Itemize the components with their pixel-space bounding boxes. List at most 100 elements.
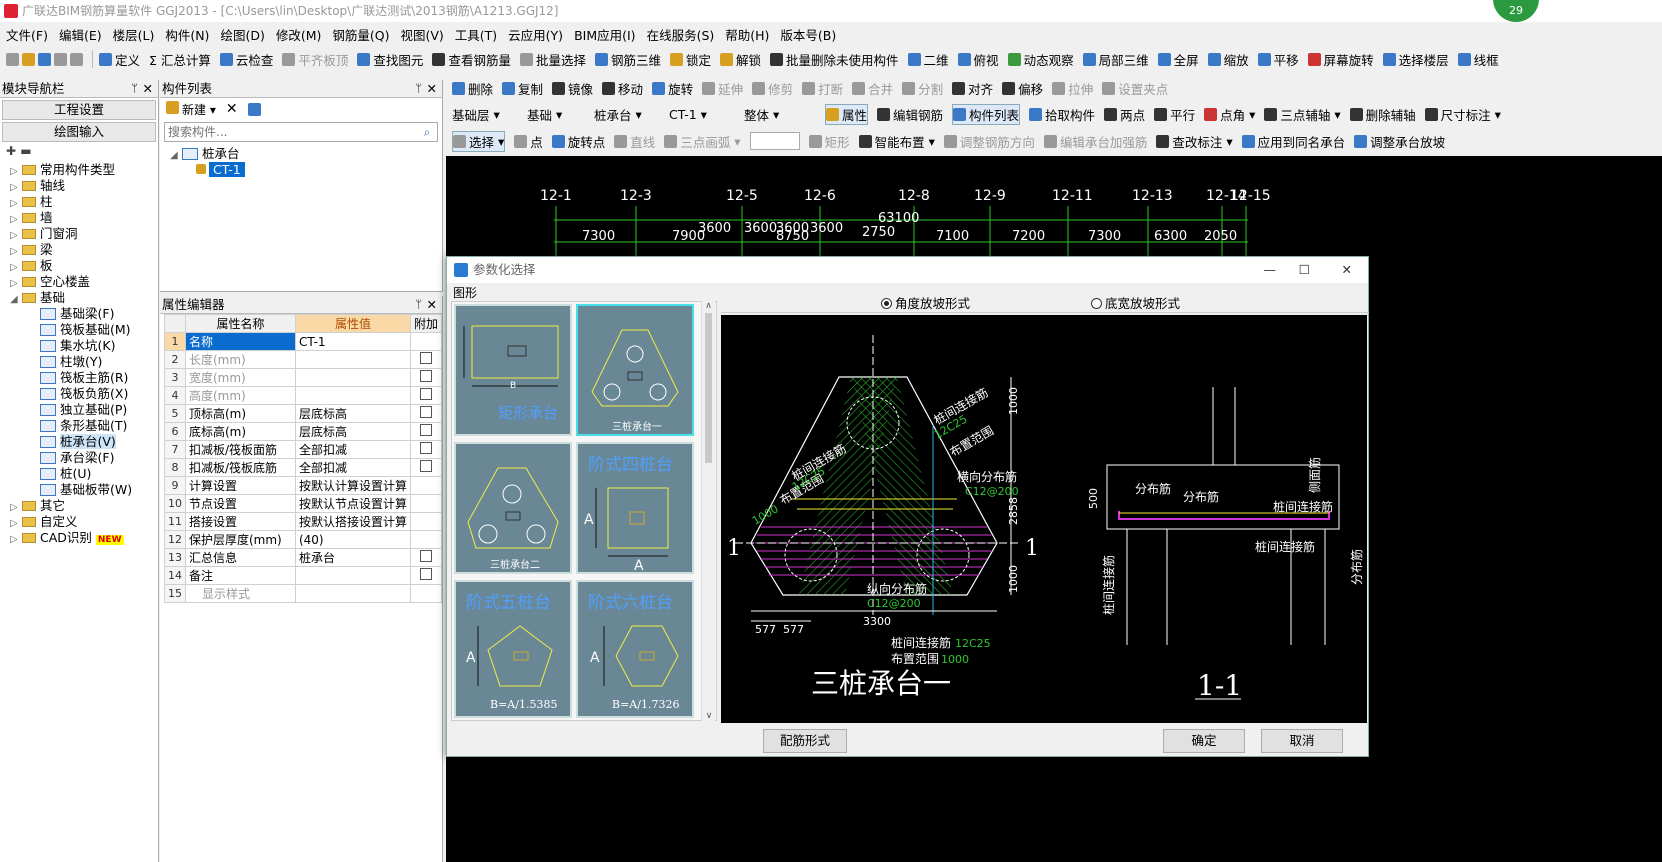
menu-edit[interactable]: 编辑(E): [59, 25, 102, 44]
properties-button[interactable]: 属性: [825, 103, 869, 125]
tree-folder[interactable]: ▷ 其它: [10, 498, 158, 514]
property-value[interactable]: 按默认计算设置计算: [294, 476, 411, 495]
property-value[interactable]: CT-1: [294, 332, 411, 351]
menu-cloud[interactable]: 云应用(Y): [508, 25, 563, 44]
copy-component-icon[interactable]: [247, 102, 261, 116]
close-icon[interactable]: ✕: [143, 80, 153, 98]
property-row[interactable]: 5 顶标高(m) 层底标高: [164, 404, 443, 423]
cloud-check-button[interactable]: 云检查: [219, 50, 273, 69]
menu-draw[interactable]: 绘图(D): [220, 25, 264, 44]
new-component-button[interactable]: 新建 ▾: [166, 100, 216, 118]
menu-modify[interactable]: 修改(M): [276, 25, 322, 44]
shape-thumb-step-4[interactable]: 阶式四桩台 AA: [576, 442, 694, 574]
extra-checkbox[interactable]: [419, 406, 432, 418]
property-value[interactable]: [294, 386, 411, 405]
property-row[interactable]: 10 节点设置 按默认节点设置计算: [164, 494, 443, 513]
move-button[interactable]: 移动: [602, 79, 643, 98]
summary-calc-button[interactable]: Σ 汇总计算: [149, 50, 211, 69]
property-value[interactable]: 层底标高: [294, 404, 411, 423]
property-row[interactable]: 9 计算设置 按默认计算设置计算: [164, 476, 443, 495]
menu-online[interactable]: 在线服务(S): [647, 25, 715, 44]
search-icon[interactable]: ⌕: [417, 125, 437, 140]
unlock-button[interactable]: 解锁: [720, 50, 761, 69]
find-element-button[interactable]: 查找图元: [357, 50, 423, 69]
extra-checkbox[interactable]: [419, 370, 432, 382]
extra-checkbox[interactable]: [419, 388, 432, 400]
close-button[interactable]: ✕: [1342, 257, 1352, 283]
fullscreen-button[interactable]: 全屏: [1157, 50, 1199, 69]
three-point-arc-button[interactable]: 三点画弧 ▾: [664, 132, 741, 151]
menu-component[interactable]: 构件(N): [165, 25, 209, 44]
rebar-config-button[interactable]: 配筋形式: [763, 729, 847, 753]
component-item-selected[interactable]: CT-1: [170, 162, 442, 178]
close-icon[interactable]: ✕: [427, 80, 437, 98]
arc-combo[interactable]: [749, 132, 800, 150]
split-button[interactable]: 分割: [902, 79, 943, 98]
tree-folder[interactable]: ▷ 墙: [10, 210, 158, 226]
menu-help[interactable]: 帮助(H): [725, 25, 769, 44]
cancel-button[interactable]: 取消: [1261, 729, 1343, 753]
parallel-axis-button[interactable]: 平行: [1154, 105, 1195, 124]
property-value[interactable]: 桩承台: [294, 548, 411, 567]
extra-checkbox[interactable]: [419, 424, 432, 436]
tree-item[interactable]: 独立基础(P): [40, 402, 158, 418]
drawing-input-button[interactable]: 绘图输入: [2, 122, 156, 142]
edit-rebar-button[interactable]: 编辑钢筋: [877, 105, 943, 124]
select-button[interactable]: 选择 ▾: [452, 130, 506, 152]
batch-delete-unused-button[interactable]: 批量删除未使用构件: [770, 50, 899, 69]
tree-item[interactable]: 基础板带(W): [40, 482, 158, 498]
select-floor-button[interactable]: 选择楼层: [1382, 50, 1449, 69]
component-list-button[interactable]: 构件列表: [952, 103, 1021, 125]
rectangle-button[interactable]: 矩形: [808, 132, 850, 151]
tree-item[interactable]: 条形基础(T): [40, 418, 158, 434]
property-value[interactable]: (40): [294, 530, 411, 549]
tree-root[interactable]: ◢ 桩承台: [170, 146, 442, 162]
tree-expand-collapse[interactable]: ✚ ▬: [0, 144, 158, 162]
property-row[interactable]: 15 显示样式: [164, 584, 443, 603]
check-label-button[interactable]: 查改标注 ▾: [1156, 132, 1233, 151]
extra-checkbox[interactable]: [419, 550, 432, 562]
adjust-slope-button[interactable]: 调整承台放坡: [1354, 132, 1445, 151]
search-input[interactable]: [165, 123, 417, 141]
property-row[interactable]: 4 高度(mm): [164, 386, 443, 405]
property-row[interactable]: 13 汇总信息 桩承台: [164, 548, 443, 567]
rotate-button[interactable]: 旋转: [652, 79, 693, 98]
property-value[interactable]: 按默认节点设置计算: [294, 494, 411, 513]
tree-folder[interactable]: ▷ 轴线: [10, 178, 158, 194]
delete-button[interactable]: 删除: [452, 79, 493, 98]
define-button[interactable]: 定义: [99, 50, 140, 69]
property-row[interactable]: 12 保护层厚度(mm) (40): [164, 530, 443, 549]
extra-checkbox[interactable]: [419, 352, 432, 364]
open-file-icon[interactable]: [22, 52, 35, 66]
new-file-icon[interactable]: [6, 52, 19, 66]
tree-item[interactable]: 筏板负筋(X): [40, 386, 158, 402]
adjust-rebar-dir-button[interactable]: 调整钢筋方向: [943, 132, 1035, 151]
smart-layout-button[interactable]: 智能布置 ▾: [858, 132, 935, 151]
menu-file[interactable]: 文件(F): [6, 25, 48, 44]
shape-thumb-step-5[interactable]: 阶式五桩台 A B=A/1.5385: [454, 580, 572, 718]
property-row[interactable]: 8 扣减板/筏板底筋 全部扣减: [164, 458, 443, 477]
align-slab-top-button[interactable]: 平齐板顶: [282, 50, 348, 69]
minimize-button[interactable]: —: [1264, 257, 1277, 283]
save-icon[interactable]: [38, 52, 51, 66]
tree-item[interactable]: 柱墩(Y): [40, 354, 158, 370]
angle-slope-radio[interactable]: 角度放坡形式: [881, 293, 970, 312]
shape-thumb-step-6[interactable]: 阶式六桩台 A B=A/1.7326: [576, 580, 694, 718]
extra-checkbox[interactable]: [419, 460, 432, 472]
property-row[interactable]: 3 宽度(mm): [164, 368, 443, 387]
menu-bim[interactable]: BIM应用(I): [574, 25, 636, 44]
stretch-button[interactable]: 拉伸: [1052, 79, 1093, 98]
redo-icon[interactable]: [70, 52, 83, 66]
pin-icon[interactable]: ᛘ: [131, 80, 138, 98]
gallery-scrollbar[interactable]: ∧ ∨: [701, 301, 715, 721]
tree-item[interactable]: 筏板主筋(R): [40, 370, 158, 386]
property-value[interactable]: [294, 350, 411, 369]
tree-folder[interactable]: ▷ 自定义: [10, 514, 158, 530]
ok-button[interactable]: 确定: [1163, 729, 1245, 753]
offset-button[interactable]: 偏移: [1002, 79, 1043, 98]
two-point-axis-button[interactable]: 两点: [1104, 105, 1145, 124]
pin-icon[interactable]: ᛘ: [415, 80, 422, 98]
align-button[interactable]: 对齐: [952, 79, 993, 98]
maximize-button[interactable]: ☐: [1299, 257, 1310, 283]
width-slope-radio[interactable]: 底宽放坡形式: [1091, 293, 1180, 312]
